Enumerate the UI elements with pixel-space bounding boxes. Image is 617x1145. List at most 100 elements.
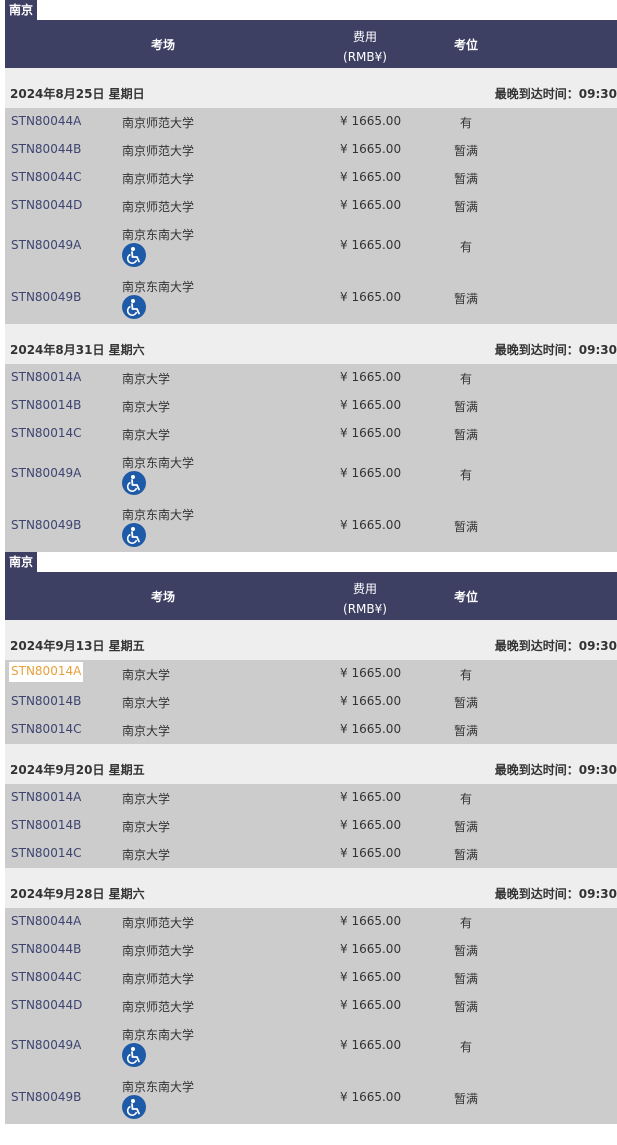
fee-value: ¥ 1665.00 [340,426,402,440]
table-row: STN80044D 南京师范大学 ¥ 1665.00 暂满 [5,992,617,1020]
header-venue: 考场 [151,590,176,604]
exam-date: 2024年8月25日 星期日 [10,87,145,101]
test-center-code-link[interactable]: STN80014C [11,846,81,860]
arrival-time: 最晚到达时间：09:30 [494,639,617,653]
venue-name: 南京师范大学 [122,944,195,958]
venue-name: 南京师范大学 [122,200,195,214]
test-center-code-link[interactable]: STN80014C [11,426,81,440]
exam-date: 2024年8月31日 星期六 [10,343,145,357]
test-center-code-link[interactable]: STN80014A [11,370,81,384]
venue-name: 南京大学 [122,792,171,806]
test-center-code-link[interactable]: STN80044D [11,198,82,212]
seat-status: 暂满 [454,944,479,958]
fee-value: ¥ 1665.00 [340,238,402,252]
test-center-code-link[interactable]: STN80044C [11,170,81,184]
test-center-code-link[interactable]: STN80014B [11,818,81,832]
table-row: STN80014A 南京大学 ¥ 1665.00 有 [5,660,617,688]
date-row: 2024年8月31日 星期六 最晚到达时间：09:30 [5,324,617,364]
seat-status: 暂满 [454,724,479,738]
venue-name: 南京东南大学 [122,508,195,522]
table-header: 考场 费用 (RMB¥) 考位 [5,20,617,68]
test-center-code-link[interactable]: STN80014B [11,694,81,708]
table-row: STN80049A 南京东南大学 ¥ 1665.00 有 [5,220,617,272]
fee-value: ¥ 1665.00 [340,1038,402,1052]
header-seat: 考位 [454,590,479,604]
test-center-code-link[interactable]: STN80044B [11,142,81,156]
test-center-code-link[interactable]: STN80014A [11,790,81,804]
table-row: STN80014A 南京大学 ¥ 1665.00 有 [5,364,617,392]
table-row: STN80014C 南京大学 ¥ 1665.00 暂满 [5,716,617,744]
seat-status: 有 [460,468,473,482]
wheelchair-icon [122,1095,146,1119]
venue-name: 南京大学 [122,428,171,442]
seat-status: 暂满 [454,1000,479,1014]
header-fee-line2: (RMB¥) [343,602,387,616]
header-fee: 费用 (RMB¥) [335,27,395,67]
fee-value: ¥ 1665.00 [340,790,402,804]
venue-name: 南京师范大学 [122,972,195,986]
test-center-code-link[interactable]: STN80049B [11,290,81,304]
test-center-code-link[interactable]: STN80049A [11,1038,81,1052]
test-center-code-link[interactable]: STN80044D [11,998,82,1012]
seat-status: 有 [460,372,473,386]
table-row: STN80044B 南京师范大学 ¥ 1665.00 暂满 [5,936,617,964]
seat-status: 暂满 [454,1092,479,1106]
test-center-code-link[interactable]: STN80014B [11,398,81,412]
table-row: STN80049A 南京东南大学 ¥ 1665.00 有 [5,1020,617,1072]
fee-value: ¥ 1665.00 [340,970,402,984]
fee-value: ¥ 1665.00 [340,170,402,184]
venue-name: 南京师范大学 [122,116,195,130]
wheelchair-icon [122,1043,146,1067]
seat-status: 有 [460,916,473,930]
venue-name: 南京大学 [122,400,171,414]
table-row: STN80014B 南京大学 ¥ 1665.00 暂满 [5,688,617,716]
venue-name: 南京大学 [122,372,171,386]
table-row: STN80044D 南京师范大学 ¥ 1665.00 暂满 [5,192,617,220]
table-row: STN80014C 南京大学 ¥ 1665.00 暂满 [5,420,617,448]
test-center-code-link[interactable]: STN80014A [9,662,84,682]
wheelchair-icon [122,523,146,547]
table-row: STN80049B 南京东南大学 ¥ 1665.00 暂满 [5,500,617,552]
seat-status: 有 [460,116,473,130]
table-row: STN80044A 南京师范大学 ¥ 1665.00 有 [5,108,617,136]
venue-name: 南京师范大学 [122,144,195,158]
table-row: STN80014C 南京大学 ¥ 1665.00 暂满 [5,840,617,868]
test-center-code-link[interactable]: STN80044A [11,114,81,128]
fee-value: ¥ 1665.00 [340,466,402,480]
exam-date: 2024年9月13日 星期五 [10,639,145,653]
test-center-code-link[interactable]: STN80044C [11,970,81,984]
header-venue: 考场 [151,38,176,52]
arrival-time: 最晚到达时间：09:30 [494,763,617,777]
date-row: 2024年8月25日 星期日 最晚到达时间：09:30 [5,68,617,108]
fee-value: ¥ 1665.00 [340,142,402,156]
table-row: STN80049B 南京东南大学 ¥ 1665.00 暂满 [5,1072,617,1124]
arrival-time: 最晚到达时间：09:30 [494,887,617,901]
fee-value: ¥ 1665.00 [340,942,402,956]
test-center-code-link[interactable]: STN80049A [11,466,81,480]
seat-status: 有 [460,1040,473,1054]
seat-status: 暂满 [454,144,479,158]
test-center-code-link[interactable]: STN80049B [11,1090,81,1104]
test-center-code-link[interactable]: STN80049A [11,238,81,252]
fee-value: ¥ 1665.00 [340,998,402,1012]
seat-status: 暂满 [454,292,479,306]
venue-name: 南京师范大学 [122,916,195,930]
test-center-code-link[interactable]: STN80049B [11,518,81,532]
venue-name: 南京东南大学 [122,228,195,242]
fee-value: ¥ 1665.00 [340,846,402,860]
date-row: 2024年9月20日 星期五 最晚到达时间：09:30 [5,744,617,784]
venue-name: 南京大学 [122,820,171,834]
test-center-code-link[interactable]: STN80044B [11,942,81,956]
fee-value: ¥ 1665.00 [340,198,402,212]
fee-value: ¥ 1665.00 [340,694,402,708]
seat-status: 有 [460,792,473,806]
venue-name: 南京东南大学 [122,456,195,470]
seat-status: 暂满 [454,696,479,710]
fee-value: ¥ 1665.00 [340,114,402,128]
venue-name: 南京师范大学 [122,1000,195,1014]
test-center-code-link[interactable]: STN80044A [11,914,81,928]
seat-status: 暂满 [454,400,479,414]
test-center-code-link[interactable]: STN80014C [11,722,81,736]
fee-value: ¥ 1665.00 [340,666,402,680]
seat-status: 有 [460,240,473,254]
